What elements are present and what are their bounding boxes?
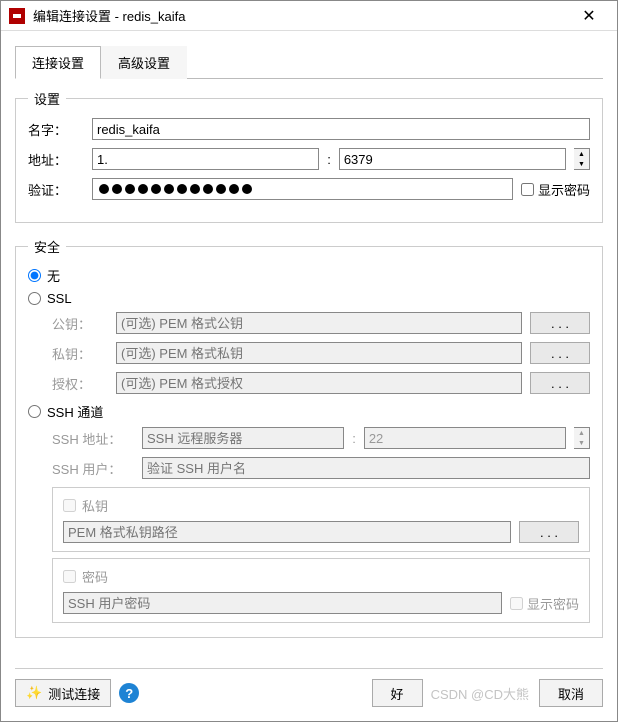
cancel-button[interactable]: 取消 (539, 679, 603, 707)
label-ssl-privkey: 私钥： (52, 344, 108, 363)
group-security-legend: 安全 (28, 237, 66, 256)
checkbox-ssh-show-password-label: 显示密码 (527, 594, 579, 613)
client-area: 连接设置 高级设置 设置 名字： 地址： : ▲▼ 验证： (1, 31, 617, 721)
label-name: 名字： (28, 120, 84, 139)
checkbox-ssh-show-password: 显示密码 (510, 594, 579, 613)
checkbox-show-password-input[interactable] (521, 183, 534, 196)
radio-none-input[interactable] (28, 269, 41, 282)
close-icon[interactable]: ✕ (569, 6, 609, 26)
ssh-addr-port-sep: : (352, 431, 356, 446)
radio-none-label: 无 (47, 266, 60, 285)
ok-button-label: 好 (391, 684, 404, 703)
label-address: 地址： (28, 150, 84, 169)
ssh-privkey-box: 私钥 . . . (52, 487, 590, 552)
browse-ssl-pubkey[interactable]: . . . (530, 312, 590, 334)
tab-connection[interactable]: 连接设置 (15, 46, 101, 79)
group-settings: 设置 名字： 地址： : ▲▼ 验证： (15, 89, 603, 223)
watermark: CSDN @CD大熊 (431, 684, 529, 703)
input-ssl-pubkey (116, 312, 522, 334)
input-ssl-auth (116, 372, 522, 394)
input-ssh-addr (142, 427, 344, 449)
input-auth[interactable] (92, 178, 513, 200)
ok-button[interactable]: 好 (372, 679, 423, 707)
label-ssh-user: SSH 用户： (52, 459, 134, 478)
title-bar: 编辑连接设置 - redis_kaifa ✕ (1, 1, 617, 31)
checkbox-show-password-label: 显示密码 (538, 180, 590, 199)
label-ssh-addr: SSH 地址： (52, 429, 134, 448)
label-ssl-auth: 授权： (52, 374, 108, 393)
checkbox-ssh-privkey (63, 499, 76, 512)
help-icon[interactable]: ? (119, 683, 139, 703)
checkbox-ssh-privkey-label: 私钥 (82, 496, 108, 515)
input-ssh-port (364, 427, 566, 449)
radio-ssl[interactable]: SSL (28, 291, 590, 306)
window-title: 编辑连接设置 - redis_kaifa (33, 6, 569, 25)
app-icon (9, 8, 25, 24)
bottom-bar: ✨ 测试连接 ? 好 CSDN @CD大熊 取消 (15, 668, 603, 707)
checkbox-show-password[interactable]: 显示密码 (521, 180, 590, 199)
cancel-button-label: 取消 (558, 684, 584, 703)
address-port-sep: : (327, 152, 331, 167)
test-connection-label: 测试连接 (48, 684, 100, 703)
input-ssh-password (63, 592, 502, 614)
label-ssl-pubkey: 公钥： (52, 314, 108, 333)
radio-ssl-label: SSL (47, 291, 72, 306)
browse-ssh-privkey[interactable]: . . . (519, 521, 579, 543)
browse-ssl-privkey[interactable]: . . . (530, 342, 590, 364)
browse-ssl-auth[interactable]: . . . (530, 372, 590, 394)
checkbox-ssh-show-password-input (510, 597, 523, 610)
input-name[interactable] (92, 118, 590, 140)
group-settings-legend: 设置 (28, 89, 66, 108)
checkbox-ssh-password-label: 密码 (82, 567, 108, 586)
input-ssl-privkey (116, 342, 522, 364)
tab-strip: 连接设置 高级设置 (15, 45, 603, 79)
radio-ssl-input[interactable] (28, 292, 41, 305)
test-connection-button[interactable]: ✨ 测试连接 (15, 679, 111, 707)
input-port[interactable] (339, 148, 566, 170)
tab-advanced[interactable]: 高级设置 (101, 46, 187, 79)
checkbox-ssh-password (63, 570, 76, 583)
radio-none[interactable]: 无 (28, 266, 590, 285)
input-ssh-user (142, 457, 590, 479)
label-auth: 验证： (28, 180, 84, 199)
input-address[interactable] (92, 148, 319, 170)
ssh-password-box: 密码 显示密码 (52, 558, 590, 623)
port-spinner[interactable]: ▲▼ (574, 148, 590, 170)
dialog-window: 编辑连接设置 - redis_kaifa ✕ 连接设置 高级设置 设置 名字： … (0, 0, 618, 722)
radio-ssh[interactable]: SSH 通道 (28, 402, 590, 421)
input-ssh-privkey (63, 521, 511, 543)
magic-wand-icon: ✨ (26, 685, 42, 701)
radio-ssh-input[interactable] (28, 405, 41, 418)
group-security: 安全 无 SSL 公钥： . . . 私钥： . . . 授权： (15, 237, 603, 638)
radio-ssh-label: SSH 通道 (47, 402, 103, 421)
ssh-port-spinner: ▲▼ (574, 427, 590, 449)
